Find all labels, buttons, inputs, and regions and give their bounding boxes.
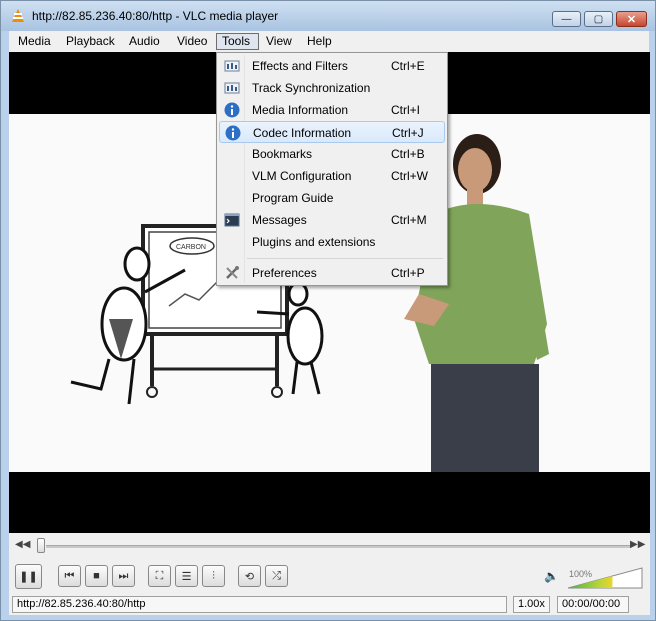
fullscreen-button[interactable]: ⛶ <box>148 565 171 587</box>
menu-item-label: Plugins and extensions <box>252 235 376 249</box>
tools-dropdown-menu: Effects and Filters Ctrl+E Track Synchro… <box>216 52 448 286</box>
menu-playback[interactable]: Playback <box>61 33 120 50</box>
controls-panel: ◀◀ ▶▶ ❚❚ ⏮ ■ ⏭ ⛶ ☰ ⫶ ⟲ ⤮ 🔈 100% <box>9 533 650 595</box>
menu-tools[interactable]: Tools <box>216 33 259 50</box>
menu-separator <box>247 258 443 259</box>
whiteboard-text: CARBON <box>176 244 206 251</box>
playlist-icon: ☰ <box>181 570 192 583</box>
equalizer-icon <box>224 60 240 72</box>
close-button[interactable]: ✕ <box>616 11 647 27</box>
minimize-button[interactable]: — <box>552 11 581 27</box>
seek-handle[interactable] <box>37 538 45 553</box>
menu-item-program-guide[interactable]: Program Guide <box>219 187 445 209</box>
seek-bar[interactable] <box>46 545 631 548</box>
terminal-icon <box>224 213 240 227</box>
minimize-icon: — <box>561 13 572 25</box>
menu-item-shortcut: Ctrl+W <box>391 169 428 183</box>
seek-back-icon[interactable]: ◀◀ <box>15 539 30 550</box>
menu-item-plugins-and-extensions[interactable]: Plugins and extensions <box>219 231 445 253</box>
menu-audio[interactable]: Audio <box>124 33 165 50</box>
menu-view[interactable]: View <box>261 33 297 50</box>
next-icon: ⏭ <box>118 569 129 582</box>
info-icon <box>224 102 240 118</box>
fullscreen-icon: ⛶ <box>155 569 164 582</box>
menu-item-codec-information[interactable]: Codec Information Ctrl+J <box>219 121 445 143</box>
stop-icon: ■ <box>93 570 100 582</box>
menu-item-shortcut: Ctrl+I <box>391 103 421 117</box>
title-bar[interactable]: http://82.85.236.40:80/http - VLC media … <box>1 1 655 31</box>
shuffle-button[interactable]: ⤮ <box>265 565 288 587</box>
extended-settings-button[interactable]: ⫶ <box>202 565 225 587</box>
equalizer-icon <box>224 82 240 94</box>
pause-button[interactable]: ❚❚ <box>15 564 42 589</box>
volume-percent: 100% <box>569 569 593 579</box>
next-button[interactable]: ⏭ <box>112 565 135 587</box>
menu-item-label: Bookmarks <box>252 147 313 161</box>
status-bar: http://82.85.236.40:80/http 1.00x 00:00/… <box>9 595 650 615</box>
maximize-icon: ▢ <box>593 13 604 25</box>
menu-item-label: Codec Information <box>253 126 352 140</box>
menu-item-shortcut: Ctrl+E <box>391 59 425 73</box>
menu-item-shortcut: Ctrl+P <box>391 266 425 280</box>
loop-icon: ⟲ <box>244 570 255 583</box>
menu-item-shortcut: Ctrl+B <box>391 147 425 161</box>
menu-video[interactable]: Video <box>172 33 212 50</box>
menu-help[interactable]: Help <box>302 33 337 50</box>
vlc-cone-icon <box>12 9 24 22</box>
stop-button[interactable]: ■ <box>85 565 108 587</box>
extended-settings-icon: ⫶ <box>212 569 215 582</box>
pause-icon: ❚❚ <box>19 571 38 583</box>
playlist-button[interactable]: ☰ <box>175 565 198 587</box>
loop-button[interactable]: ⟲ <box>238 565 261 587</box>
menu-item-effects-and-filters[interactable]: Effects and Filters Ctrl+E <box>219 55 445 77</box>
vlc-window: http://82.85.236.40:80/http - VLC media … <box>0 0 656 621</box>
menu-item-shortcut: Ctrl+M <box>391 213 427 227</box>
menu-item-label: Preferences <box>252 266 317 280</box>
time-display[interactable]: 00:00/00:00 <box>557 596 629 613</box>
menu-item-media-information[interactable]: Media Information Ctrl+I <box>219 99 445 121</box>
menu-item-label: Messages <box>252 213 307 227</box>
info-icon <box>225 125 241 141</box>
menu-item-vlm-configuration[interactable]: VLM Configuration Ctrl+W <box>219 165 445 187</box>
status-url: http://82.85.236.40:80/http <box>12 596 507 613</box>
previous-button[interactable]: ⏮ <box>58 565 81 587</box>
playback-speed[interactable]: 1.00x <box>513 596 550 613</box>
menu-item-track-synchronization[interactable]: Track Synchronization <box>219 77 445 99</box>
menu-item-bookmarks[interactable]: Bookmarks Ctrl+B <box>219 143 445 165</box>
shuffle-icon: ⤮ <box>272 569 281 582</box>
menu-item-label: Track Synchronization <box>252 81 371 95</box>
seek-forward-icon[interactable]: ▶▶ <box>630 539 645 550</box>
close-icon: ✕ <box>626 13 637 26</box>
menu-bar: Media Playback Audio Video Tools View He… <box>9 31 649 52</box>
window-title: http://82.85.236.40:80/http - VLC media … <box>32 9 279 23</box>
previous-icon: ⏮ <box>64 569 75 582</box>
menu-item-label: Effects and Filters <box>252 59 348 73</box>
menu-item-label: Media Information <box>252 103 349 117</box>
menu-item-preferences[interactable]: Preferences Ctrl+P <box>219 262 445 284</box>
menu-item-label: Program Guide <box>252 191 334 205</box>
maximize-button[interactable]: ▢ <box>584 11 613 27</box>
tools-icon <box>226 266 239 279</box>
speaker-icon[interactable]: 🔈 <box>544 569 559 583</box>
menu-item-messages[interactable]: Messages Ctrl+M <box>219 209 445 231</box>
menu-media[interactable]: Media <box>13 33 56 50</box>
menu-item-shortcut: Ctrl+J <box>392 126 424 140</box>
menu-item-label: VLM Configuration <box>252 169 352 183</box>
